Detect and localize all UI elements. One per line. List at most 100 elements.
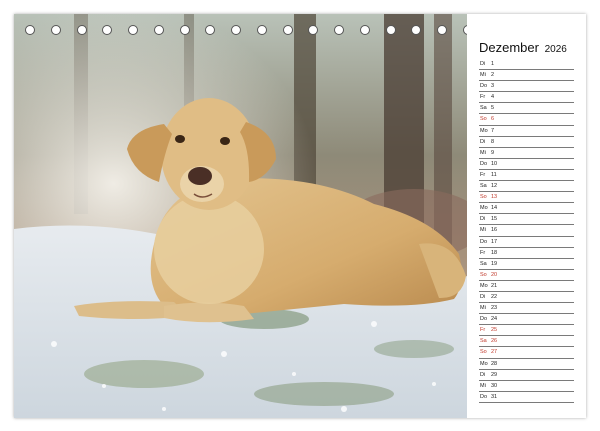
day-row: Mo 21 — [479, 281, 574, 292]
day-row: So 13 — [479, 192, 574, 204]
binding-ring — [256, 25, 267, 35]
weekday-label: So — [480, 349, 487, 356]
binding-ring — [179, 25, 190, 35]
day-row: Do 10 — [479, 159, 574, 170]
day-number: 20 — [491, 271, 498, 278]
year-label: 2026 — [544, 44, 567, 55]
binding-ring — [437, 25, 448, 35]
weekday-label: So — [480, 271, 487, 278]
binding-ring — [153, 25, 164, 35]
day-row: Mi 23 — [479, 303, 574, 315]
day-number: 15 — [491, 216, 498, 223]
day-row: Do 31 — [479, 392, 574, 403]
binding-ring — [308, 25, 319, 35]
weekday-label: Di — [480, 371, 486, 378]
weekday-label: Sa — [480, 183, 487, 190]
month-title: Dezember 2026 — [479, 40, 567, 55]
day-row: Mo 7 — [479, 126, 574, 137]
day-row: Mi 9 — [479, 148, 574, 159]
day-row: Sa 12 — [479, 181, 574, 193]
day-number: 9 — [491, 149, 495, 156]
day-row: So 6 — [479, 114, 574, 126]
day-row: Fr 25 — [479, 325, 574, 337]
day-list: Di 1 Mi 2 Do 3 Fr 4 Sa 5 So 6 Mo 7 Di 8 Mi 9 Do 10 Fr 11 Sa 12 S… — [479, 59, 574, 403]
weekday-label: Fr — [480, 94, 486, 101]
day-row: So 20 — [479, 270, 574, 281]
day-number: 6 — [491, 116, 495, 123]
day-row: Fr 11 — [479, 170, 574, 182]
weekday-label: So — [480, 194, 487, 201]
weekday-label: Sa — [480, 105, 487, 112]
day-number: 4 — [491, 94, 495, 101]
day-number: 27 — [491, 349, 498, 356]
day-number: 29 — [491, 371, 498, 378]
day-number: 13 — [491, 194, 498, 201]
weekday-label: Mo — [480, 127, 488, 134]
day-number: 23 — [491, 305, 498, 312]
day-row: Di 22 — [479, 292, 574, 304]
weekday-label: Do — [480, 160, 488, 167]
day-number: 5 — [491, 105, 495, 112]
weekday-label: Di — [480, 61, 486, 67]
binding-ring — [25, 25, 35, 35]
day-number: 1 — [491, 61, 495, 67]
day-row: Sa 5 — [479, 103, 574, 115]
day-number: 12 — [491, 183, 498, 190]
binding-ring — [334, 25, 345, 35]
binding-ring — [50, 25, 61, 35]
day-number: 26 — [491, 338, 498, 345]
calendar-panel: Dezember 2026 Di 1 Mi 2 Do 3 Fr 4 Sa 5 So 6 Mo 7 Di 8 Mi… — [467, 14, 586, 418]
day-number: 11 — [491, 171, 497, 178]
day-row: Sa 19 — [479, 259, 574, 270]
day-number: 21 — [491, 282, 498, 289]
weekday-label: Fr — [480, 171, 486, 178]
month-name: Dezember — [479, 40, 539, 55]
weekday-label: Mo — [480, 205, 488, 212]
weekday-label: Mi — [480, 382, 486, 389]
day-row: Do 3 — [479, 81, 574, 93]
binding-ring — [231, 25, 242, 35]
day-number: 18 — [491, 249, 498, 256]
day-row: Fr 4 — [479, 92, 574, 104]
weekday-label: Mi — [480, 72, 486, 79]
day-number: 25 — [491, 327, 498, 334]
day-row: Di 1 — [479, 59, 574, 71]
day-row: Mo 14 — [479, 203, 574, 215]
weekday-label: Mi — [480, 149, 486, 156]
day-row: Sa 26 — [479, 336, 574, 348]
day-number: 8 — [491, 138, 495, 145]
day-row: Mi 16 — [479, 225, 574, 237]
weekday-label: Do — [480, 316, 488, 323]
weekday-label: Fr — [480, 327, 486, 334]
weekday-label: Di — [480, 138, 486, 145]
day-row: Do 17 — [479, 237, 574, 248]
weekday-label: Mo — [480, 282, 488, 289]
day-row: Di 15 — [479, 214, 574, 226]
weekday-label: Sa — [480, 338, 487, 345]
day-row: Mi 30 — [479, 381, 574, 392]
binding-ring — [128, 25, 139, 35]
day-number: 19 — [491, 260, 498, 267]
weekday-label: Mo — [480, 360, 488, 367]
calendar-page: Dezember 2026 Di 1 Mi 2 Do 3 Fr 4 Sa 5 So 6 Mo 7 Di 8 Mi… — [14, 14, 586, 418]
day-number: 28 — [491, 360, 498, 367]
weekday-label: Mi — [480, 305, 486, 312]
day-number: 16 — [491, 227, 498, 234]
day-number: 17 — [491, 238, 498, 245]
binding-ring — [205, 25, 216, 35]
binding-ring — [359, 25, 370, 35]
binding-ring — [76, 25, 87, 35]
day-row: So 27 — [479, 347, 574, 359]
day-number: 10 — [491, 160, 498, 167]
day-number: 24 — [491, 316, 498, 323]
day-row: Do 24 — [479, 314, 574, 326]
weekday-label: Di — [480, 293, 486, 300]
binding-ring — [385, 25, 396, 35]
day-row: Mo 28 — [479, 359, 574, 370]
day-number: 7 — [491, 127, 495, 134]
day-number: 3 — [491, 83, 495, 90]
day-row: Fr 18 — [479, 248, 574, 259]
weekday-label: Do — [480, 238, 488, 245]
day-number: 2 — [491, 72, 495, 79]
golden-retriever-photo — [14, 14, 467, 418]
